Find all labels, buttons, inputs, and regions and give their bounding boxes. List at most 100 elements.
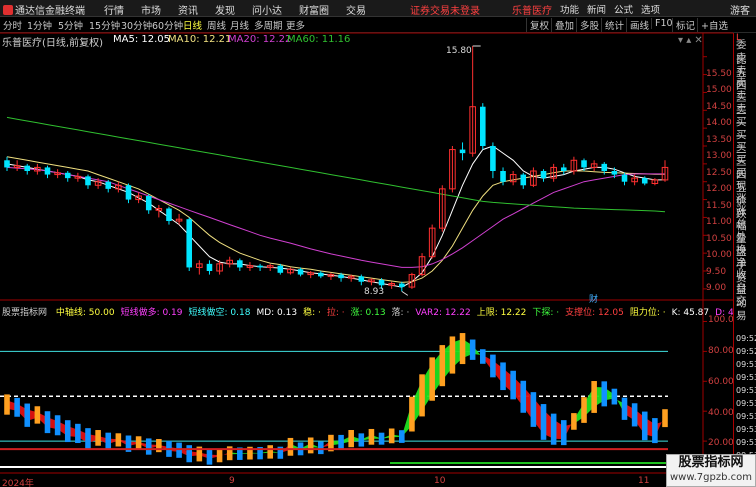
x-axis-label: 2024年 <box>2 479 34 487</box>
indicator-bar <box>662 409 668 428</box>
candle-body <box>85 176 91 186</box>
indicator-title[interactable]: 股票指标网 <box>2 308 47 318</box>
indicator-bar <box>409 396 415 432</box>
candle-body <box>297 269 304 275</box>
high-price-annotation: 15.80 <box>446 46 472 56</box>
indicator-bar <box>480 349 486 364</box>
watermark-title: 股票指标网 <box>678 455 744 470</box>
trade-time: 09:53 <box>736 386 756 395</box>
ma5-line <box>6 145 665 288</box>
indicator-bar <box>135 436 142 450</box>
indicator-value-label: 下探: · <box>532 308 560 318</box>
indicator-bar <box>358 433 365 447</box>
x-axis-label: 11 <box>638 476 650 486</box>
indicator-bar <box>378 432 385 445</box>
price-tick: 15.00 <box>706 85 732 95</box>
candle-body <box>237 260 243 268</box>
finance-event-marker[interactable]: 财 <box>589 292 598 305</box>
indicator-value-label: VAR2: 12.22 <box>415 308 471 318</box>
price-tick: 12.50 <box>706 168 732 178</box>
candle-body <box>145 196 152 211</box>
candle-body <box>64 172 71 179</box>
indicator-bar <box>156 439 162 453</box>
guest-label[interactable]: 游客 <box>730 2 750 17</box>
price-tick: 11.00 <box>706 217 732 227</box>
candle-body <box>641 178 648 184</box>
indicator-bar <box>560 420 567 446</box>
indicator-value-label: 短线做多: 0.19 <box>120 308 183 318</box>
watermark: 股票指标网 www.7gpzb.com <box>666 454 756 487</box>
trade-time: 09:53 <box>736 360 756 369</box>
price-tick: 14.50 <box>706 102 732 112</box>
indicator-bar <box>490 354 496 378</box>
quote-side-panel: L 委比 卖五 卖四 卖三 卖二 卖一 买一 买二 买三 买四 买五 现价 涨跌 涨幅 总量 外盘 换手 净资 收益… <box>733 33 756 487</box>
candle-body <box>186 219 192 268</box>
candle-body <box>621 174 628 182</box>
candle-body <box>166 208 172 221</box>
price-tick: 10.00 <box>706 250 732 260</box>
indicator-value-label: 支撑位: 12.05 <box>565 308 624 318</box>
candle-body <box>480 106 486 146</box>
indicator-bar <box>287 437 294 456</box>
indicator-bar <box>540 404 547 440</box>
indicator-bar <box>611 388 618 405</box>
indicator-bar <box>14 397 20 417</box>
price-tick: 13.50 <box>706 135 732 145</box>
indicator-bar <box>176 442 182 458</box>
indicator-bar <box>500 362 506 391</box>
indicator-bar <box>4 394 10 415</box>
indicator-value-label: 阻力位: · <box>629 308 666 318</box>
indicator-bar <box>216 449 223 463</box>
trade-time: 09:53 <box>736 412 756 421</box>
indicator-bar <box>419 374 425 417</box>
x-axis-label: 10 <box>434 476 446 486</box>
indicator-bar <box>449 336 456 374</box>
indicator-bar <box>307 437 314 454</box>
indicator-bar <box>399 430 405 443</box>
indicator-bar <box>105 432 112 450</box>
indicator-bar <box>338 434 344 450</box>
indicator-value-label: 涨: 0.13 <box>350 308 386 318</box>
low-price-annotation: 8.93 <box>364 287 385 297</box>
indicator-bar <box>581 397 587 423</box>
panel-label[interactable]: 交易 <box>736 293 756 323</box>
indicator-value-label: 稳: · <box>303 308 321 318</box>
indicator-tick: 60.00 <box>708 377 734 387</box>
indicator-value-label: 上限: 12.22 <box>476 308 527 318</box>
candle-body <box>560 167 567 171</box>
indicator-bar <box>530 392 537 427</box>
indicator-bar <box>571 413 577 430</box>
price-tick: 10.50 <box>706 234 732 244</box>
candle-body <box>399 283 405 288</box>
indicator-bar <box>641 411 648 441</box>
trade-time: 09:53 <box>736 438 756 447</box>
x-axis-label: 9 <box>229 476 235 486</box>
candle-body <box>490 146 496 171</box>
trade-time: 09:52 <box>736 347 756 356</box>
indicator-bar <box>145 438 152 455</box>
indicator-bar <box>621 397 628 420</box>
indicator-bar <box>34 406 41 424</box>
indicator-tick: 40.00 <box>708 408 734 418</box>
trade-time: 09:53 <box>736 425 756 434</box>
indicator-bar <box>601 381 608 407</box>
indicator-bar <box>520 380 527 413</box>
indicator-bar <box>75 423 81 444</box>
indicator-bar <box>318 441 324 455</box>
candle-body <box>105 181 112 189</box>
indicator-bar <box>206 448 213 465</box>
price-tick: 9.00 <box>706 283 727 293</box>
price-tick: 13.00 <box>706 151 732 161</box>
indicator-tick: 20.00 <box>708 438 734 448</box>
indicator-bar <box>368 428 375 445</box>
indicator-value-label: MD: 0.13 <box>256 308 298 318</box>
price-tick: 11.50 <box>706 201 732 211</box>
indicator-bar <box>186 445 192 463</box>
candle-body <box>358 276 365 282</box>
price-tick: 14.00 <box>706 118 732 128</box>
candle-body <box>24 165 31 171</box>
indicator-value-label: 拉: · <box>326 308 345 318</box>
watermark-url: www.7gpzb.com <box>670 472 752 483</box>
kline-chart[interactable] <box>0 0 733 487</box>
indicator-bar <box>95 430 101 446</box>
